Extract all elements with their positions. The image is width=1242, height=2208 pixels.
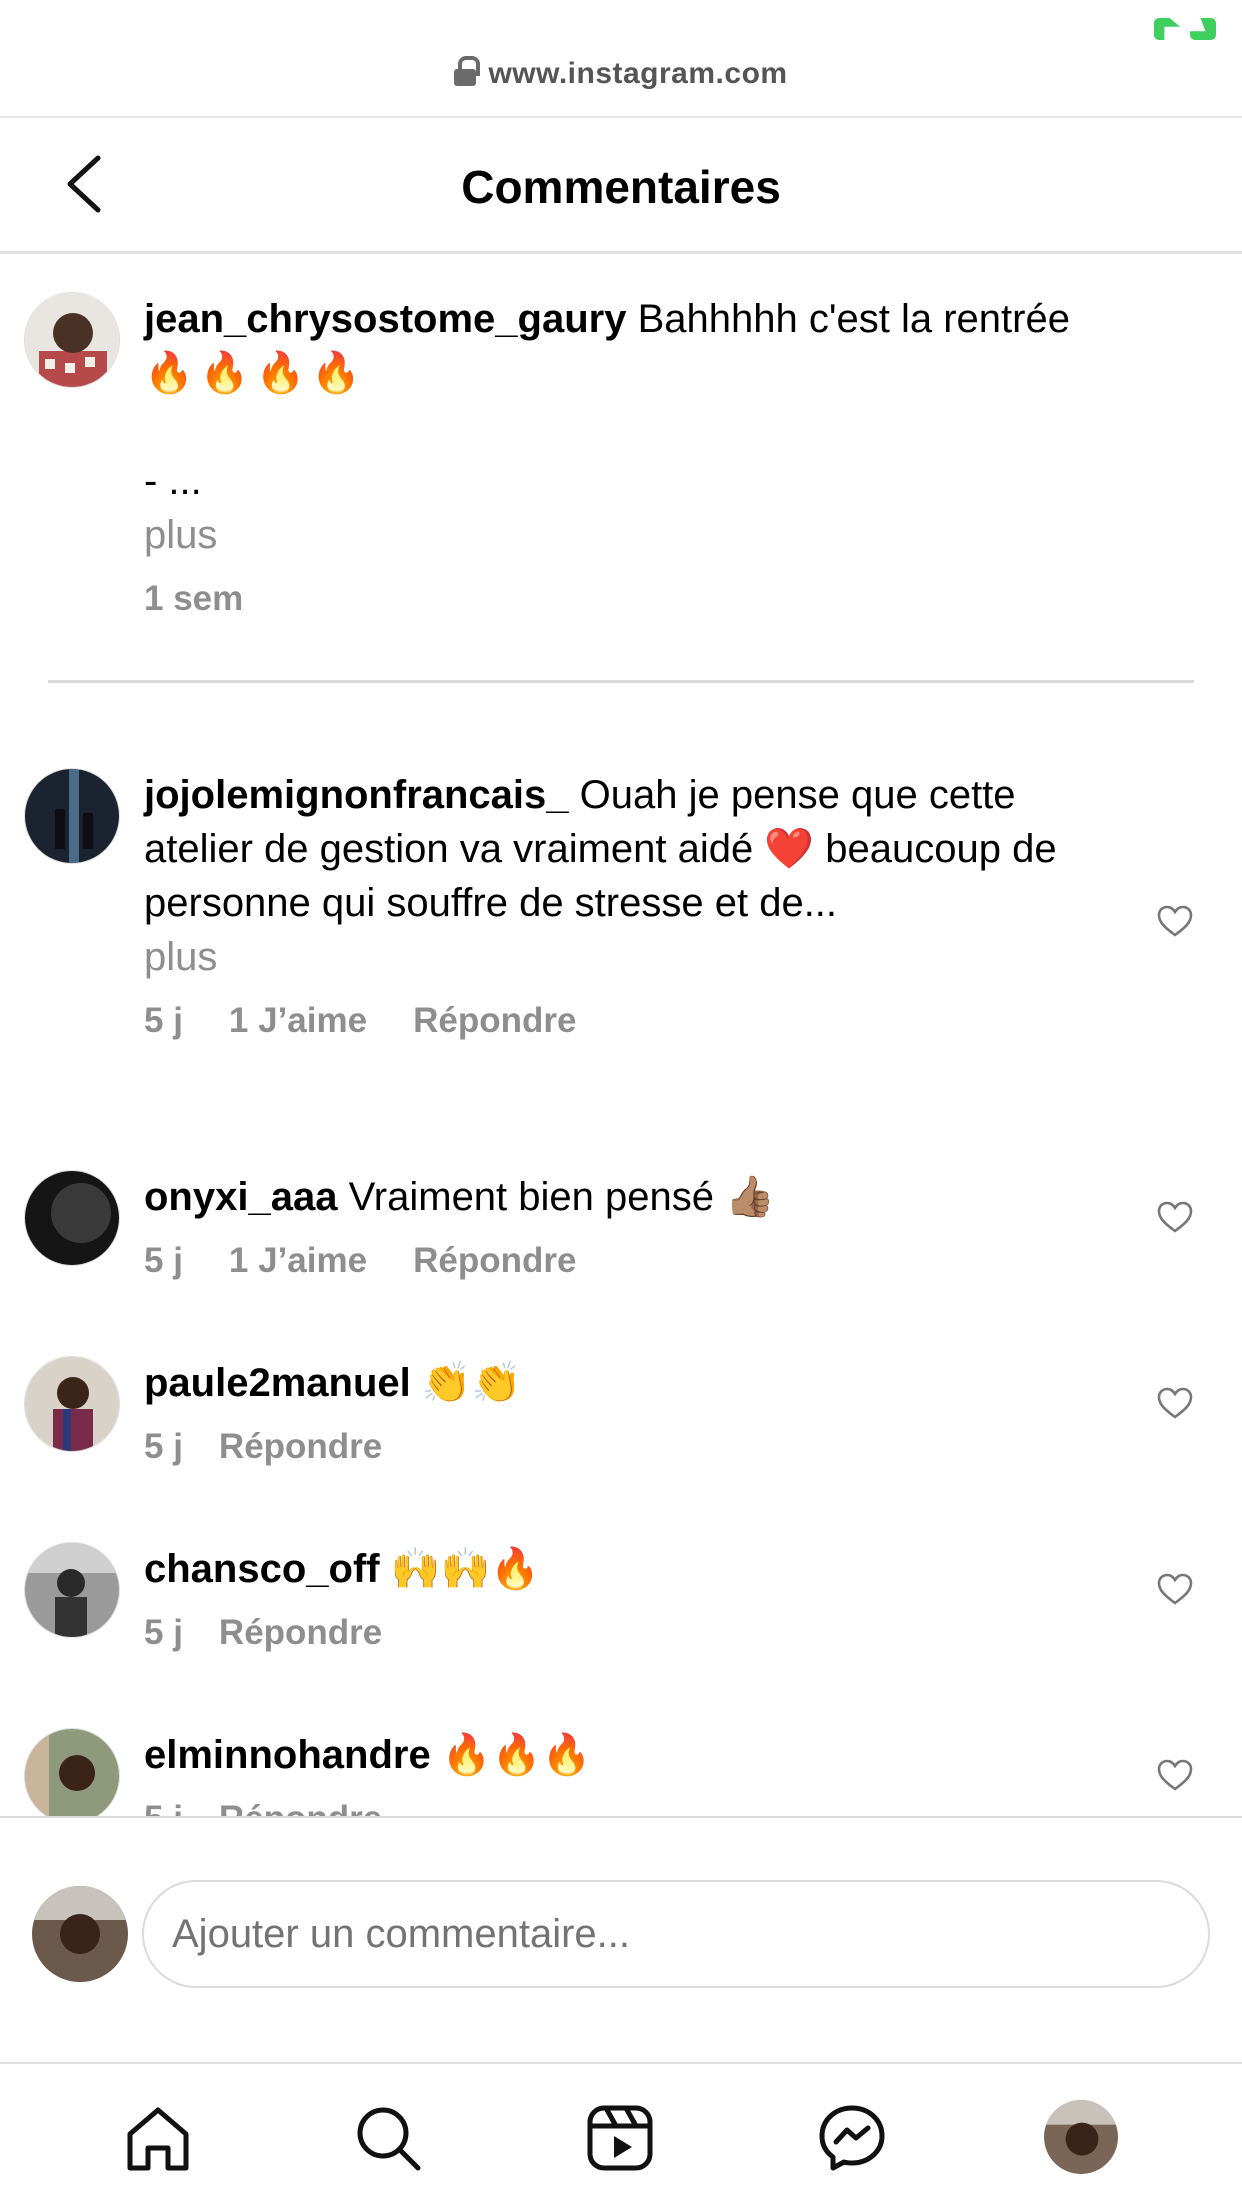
comment-username[interactable]: onyxi_aaa [144, 1175, 337, 1219]
comment-username[interactable]: paule2manuel [144, 1361, 411, 1405]
like-heart-icon[interactable] [1156, 1758, 1194, 1792]
comment-username[interactable]: jojolemignonfrancais_ [144, 773, 569, 817]
caption-time: 1 sem [144, 579, 244, 618]
avatar[interactable] [24, 1356, 120, 1452]
comment-text: Vraiment bien pensé 👍🏽 [348, 1175, 775, 1219]
comment-text: 👏👏 [421, 1361, 522, 1405]
caption-line2: - ... [144, 459, 202, 503]
caption-divider [48, 680, 1194, 683]
caption-more-link[interactable]: plus [144, 508, 1104, 562]
profile-avatar[interactable] [1044, 2100, 1118, 2174]
like-heart-icon[interactable] [1156, 904, 1194, 938]
reply-button[interactable]: Répondre [219, 1427, 382, 1466]
current-user-avatar [32, 1886, 128, 1982]
caption-emojis: 🔥🔥🔥🔥 [144, 351, 368, 395]
comment-more-link[interactable]: plus [144, 930, 1124, 984]
caption-username[interactable]: jean_chrysostome_gaury [144, 297, 626, 341]
reply-button[interactable]: Répondre [413, 1241, 576, 1280]
url-text: www.instagram.com [488, 57, 788, 90]
comment-time: 5 j [144, 1427, 183, 1466]
avatar[interactable] [24, 1728, 120, 1816]
avatar[interactable] [24, 292, 120, 388]
like-heart-icon[interactable] [1156, 1386, 1194, 1420]
like-heart-icon[interactable] [1156, 1572, 1194, 1606]
page-title: Commentaires [461, 161, 781, 213]
messenger-icon[interactable] [814, 2100, 890, 2176]
page-header: Commentaires [0, 120, 1242, 254]
comment-text: 🔥🔥🔥 [441, 1733, 592, 1777]
comment-likes[interactable]: 1 J’aime [229, 1001, 367, 1040]
browser-url-bar[interactable]: www.instagram.com [0, 0, 1242, 118]
comment-username[interactable]: chansco_off [144, 1547, 380, 1591]
comment-text: 🙌🙌🔥 [390, 1547, 541, 1591]
home-icon[interactable] [120, 2100, 196, 2176]
avatar[interactable] [24, 1170, 120, 1266]
reply-button[interactable]: Répondre [219, 1613, 382, 1652]
avatar[interactable] [24, 1542, 120, 1638]
caption-text: Bahhhhh c'est la rentrée [637, 297, 1070, 341]
comment-time: 5 j [144, 1241, 183, 1280]
bottom-tab-bar [0, 2062, 1242, 2208]
comment-composer: Ajouter un commentaire... [0, 1816, 1242, 2062]
comment-time: 5 j [144, 1613, 183, 1652]
comment-time: 5 j [144, 1001, 183, 1040]
avatar[interactable] [24, 768, 120, 864]
comments-list[interactable]: jean_chrysostome_gaury Bahhhhh c'est la … [0, 256, 1242, 1816]
reply-button[interactable]: Répondre [413, 1001, 576, 1040]
comment-username[interactable]: elminnohandre [144, 1733, 431, 1777]
status-indicator-icon [1154, 18, 1216, 42]
search-icon[interactable] [350, 2100, 426, 2176]
reply-button[interactable]: Répondre [219, 1799, 382, 1816]
like-heart-icon[interactable] [1156, 1200, 1194, 1234]
reels-icon[interactable] [582, 2100, 658, 2176]
comment-input[interactable]: Ajouter un commentaire... [142, 1880, 1210, 1988]
lock-icon [454, 56, 481, 86]
comment-time: 5 j [144, 1799, 183, 1816]
comment-likes[interactable]: 1 J’aime [229, 1241, 367, 1280]
url-display[interactable]: www.instagram.com [0, 56, 1242, 91]
